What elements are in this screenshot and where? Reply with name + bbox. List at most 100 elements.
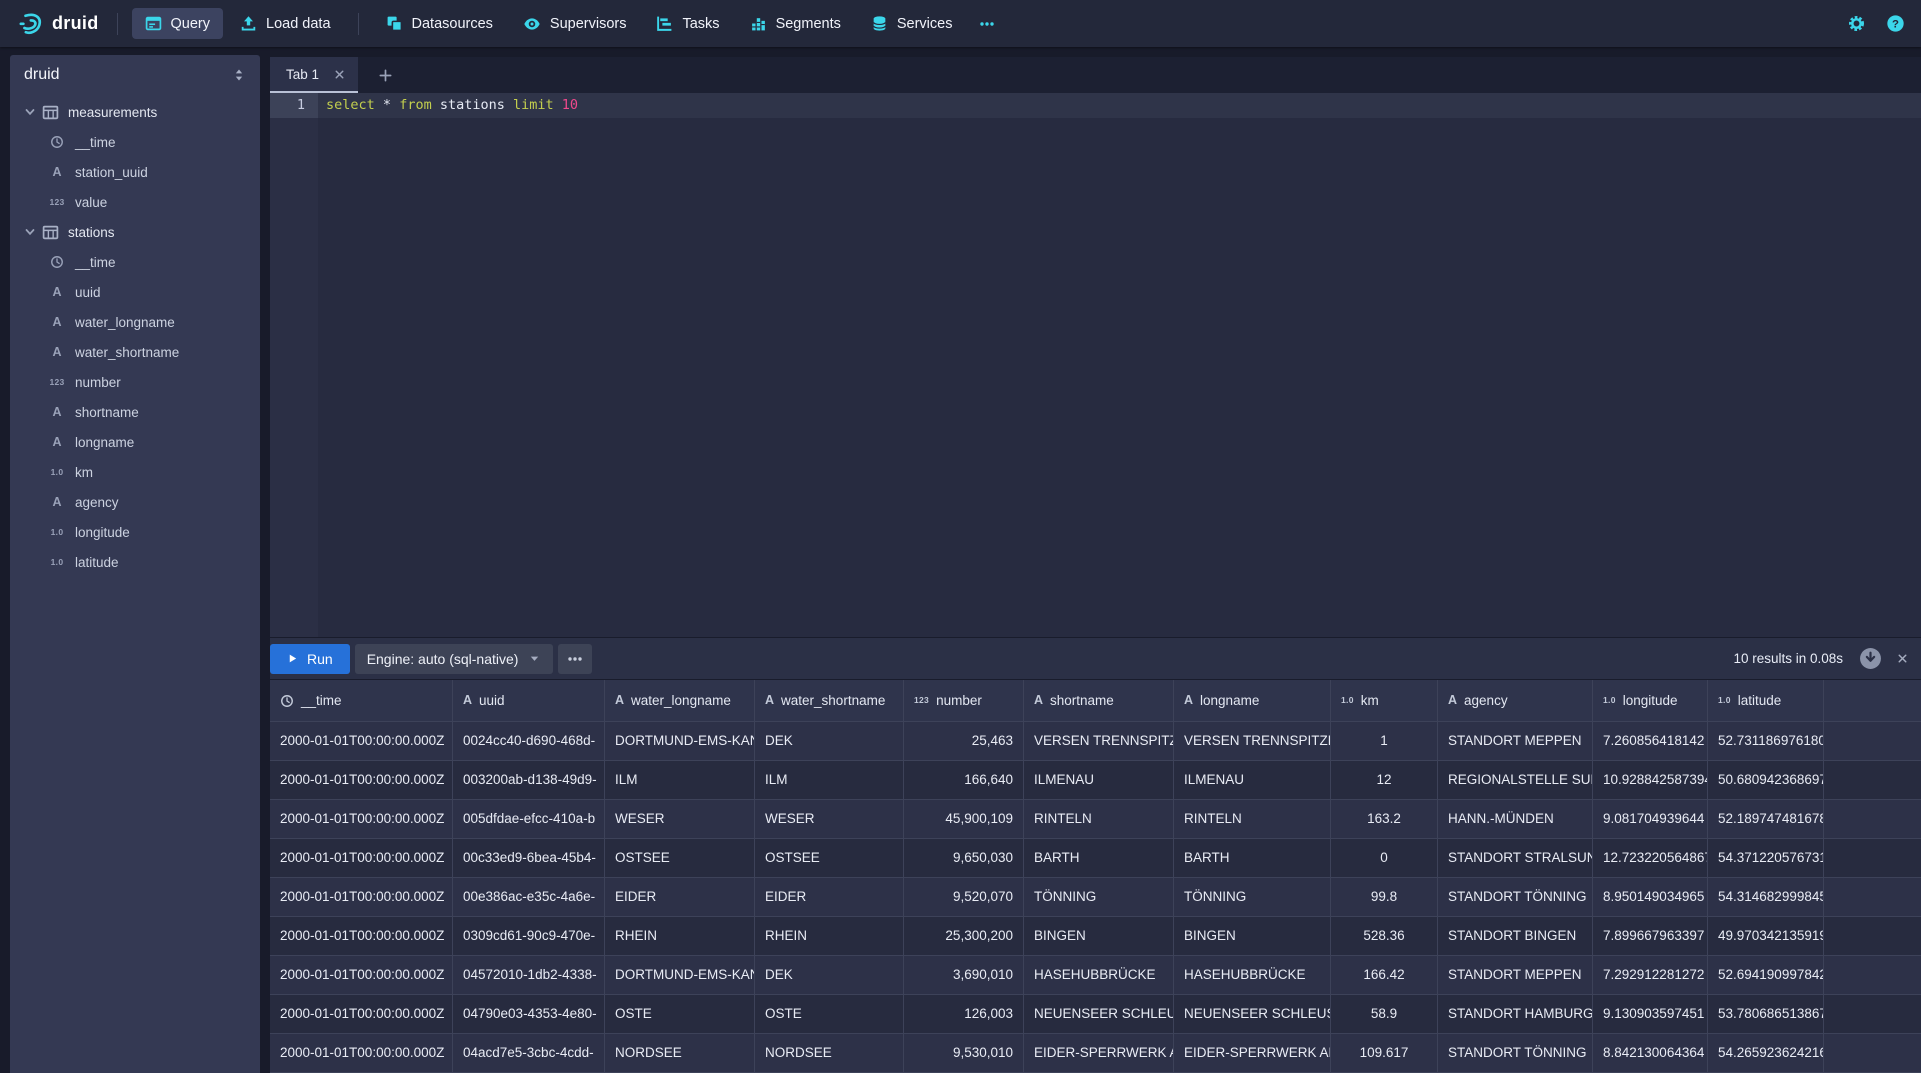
nav-item-datasources[interactable]: Datasources bbox=[373, 8, 506, 39]
cell[interactable]: 04acd7e5-3cbc-4cdd- bbox=[453, 1034, 605, 1072]
cell[interactable]: NEUENSEER SCHLEUSE bbox=[1174, 995, 1331, 1033]
cell[interactable]: 3,690,010 bbox=[904, 956, 1024, 994]
cell[interactable]: STANDORT MEPPEN bbox=[1438, 956, 1593, 994]
cell[interactable]: 9,650,030 bbox=[904, 839, 1024, 877]
cell[interactable]: DORTMUND-EMS-KANAL bbox=[605, 956, 755, 994]
cell[interactable]: ILM bbox=[755, 761, 904, 799]
cell[interactable]: OSTSEE bbox=[755, 839, 904, 877]
more-menu-button[interactable] bbox=[969, 10, 1005, 38]
schema-column-station_uuid[interactable]: Astation_uuid bbox=[10, 157, 260, 187]
cell[interactable]: 10.928842587394 bbox=[1593, 761, 1708, 799]
cell[interactable]: STANDORT TÖNNING bbox=[1438, 1034, 1593, 1072]
cell[interactable]: 04572010-1db2-4338- bbox=[453, 956, 605, 994]
schema-column-__time[interactable]: __time bbox=[10, 127, 260, 157]
schema-table-stations[interactable]: stations bbox=[10, 217, 260, 247]
cell[interactable]: 7.260856418142 bbox=[1593, 722, 1708, 760]
schema-column-shortname[interactable]: Ashortname bbox=[10, 397, 260, 427]
cell[interactable]: HASEHUBBRÜCKE bbox=[1024, 956, 1174, 994]
cell[interactable]: 9,520,070 bbox=[904, 878, 1024, 916]
cell[interactable]: 54.314682999845 bbox=[1708, 878, 1824, 916]
cell[interactable]: 00e386ac-e35c-4a6e- bbox=[453, 878, 605, 916]
cell[interactable]: 8.950149034965 bbox=[1593, 878, 1708, 916]
cell[interactable]: BINGEN bbox=[1024, 917, 1174, 955]
cell[interactable]: 25,463 bbox=[904, 722, 1024, 760]
cell[interactable]: 2000-01-01T00:00:00.000Z bbox=[270, 956, 453, 994]
cell[interactable]: VERSEN TRENNSPITZE bbox=[1024, 722, 1174, 760]
column-header-uuid[interactable]: Auuid bbox=[453, 680, 605, 721]
cell[interactable]: 45,900,109 bbox=[904, 800, 1024, 838]
cell[interactable]: 163.2 bbox=[1331, 800, 1438, 838]
cell[interactable]: RHEIN bbox=[755, 917, 904, 955]
engine-select[interactable]: Engine: auto (sql-native) bbox=[355, 644, 554, 674]
cell[interactable]: 126,003 bbox=[904, 995, 1024, 1033]
cell[interactable]: 50.680942368697 bbox=[1708, 761, 1824, 799]
cell[interactable]: STANDORT MEPPEN bbox=[1438, 722, 1593, 760]
cell[interactable]: 109.617 bbox=[1331, 1034, 1438, 1072]
nav-item-tasks[interactable]: Tasks bbox=[643, 8, 732, 39]
cell[interactable]: 166,640 bbox=[904, 761, 1024, 799]
settings-button[interactable] bbox=[1847, 14, 1866, 33]
schema-column-number[interactable]: 123number bbox=[10, 367, 260, 397]
cell[interactable]: 52.694190997842 bbox=[1708, 956, 1824, 994]
cell[interactable]: 99.8 bbox=[1331, 878, 1438, 916]
cell[interactable]: WESER bbox=[605, 800, 755, 838]
schema-sort-button[interactable] bbox=[230, 66, 248, 84]
cell[interactable]: DEK bbox=[755, 722, 904, 760]
cell[interactable]: 7.292912281272 bbox=[1593, 956, 1708, 994]
schema-column-longitude[interactable]: 1.0longitude bbox=[10, 517, 260, 547]
cell[interactable]: STANDORT TÖNNING bbox=[1438, 878, 1593, 916]
new-tab-button[interactable] bbox=[372, 57, 399, 93]
cell[interactable]: STANDORT STRALSUND bbox=[1438, 839, 1593, 877]
cell[interactable]: NEUENSEER SCHLEUSE bbox=[1024, 995, 1174, 1033]
cell[interactable]: BARTH bbox=[1024, 839, 1174, 877]
cell[interactable]: 0 bbox=[1331, 839, 1438, 877]
cell[interactable]: NORDSEE bbox=[605, 1034, 755, 1072]
cell[interactable]: 2000-01-01T00:00:00.000Z bbox=[270, 1034, 453, 1072]
cell[interactable]: HASEHUBBRÜCKE bbox=[1174, 956, 1331, 994]
nav-item-supervisors[interactable]: Supervisors bbox=[510, 8, 640, 40]
cell[interactable]: 2000-01-01T00:00:00.000Z bbox=[270, 995, 453, 1033]
nav-item-services[interactable]: Services bbox=[858, 8, 966, 39]
cell[interactable]: EIDER-SPERRWERK AP bbox=[1024, 1034, 1174, 1072]
cell[interactable]: OSTE bbox=[755, 995, 904, 1033]
schema-column-km[interactable]: 1.0km bbox=[10, 457, 260, 487]
cell[interactable]: REGIONALSTELLE SUHL bbox=[1438, 761, 1593, 799]
cell[interactable]: 9.130903597451 bbox=[1593, 995, 1708, 1033]
cell[interactable]: 2000-01-01T00:00:00.000Z bbox=[270, 917, 453, 955]
cell[interactable]: 2000-01-01T00:00:00.000Z bbox=[270, 800, 453, 838]
nav-item-query[interactable]: Query bbox=[132, 8, 224, 39]
cell[interactable]: WESER bbox=[755, 800, 904, 838]
cell[interactable]: 12.723220564867 bbox=[1593, 839, 1708, 877]
close-tab-icon[interactable] bbox=[333, 68, 346, 81]
cell[interactable]: 166.42 bbox=[1331, 956, 1438, 994]
column-header-__time[interactable]: __time bbox=[270, 680, 453, 721]
cell[interactable]: 58.9 bbox=[1331, 995, 1438, 1033]
cell[interactable]: 2000-01-01T00:00:00.000Z bbox=[270, 839, 453, 877]
download-results-button[interactable] bbox=[1859, 647, 1882, 670]
query-options-button[interactable] bbox=[558, 644, 592, 674]
cell[interactable]: ILMENAU bbox=[1024, 761, 1174, 799]
cell[interactable]: VERSEN TRENNSPITZE bbox=[1174, 722, 1331, 760]
cell[interactable]: TÖNNING bbox=[1174, 878, 1331, 916]
cell[interactable]: EIDER bbox=[755, 878, 904, 916]
cell[interactable]: 7.899667963397 bbox=[1593, 917, 1708, 955]
column-header-number[interactable]: 123number bbox=[904, 680, 1024, 721]
schema-column-longname[interactable]: Alongname bbox=[10, 427, 260, 457]
column-header-km[interactable]: 1.0km bbox=[1331, 680, 1438, 721]
cell[interactable]: EIDER bbox=[605, 878, 755, 916]
column-header-agency[interactable]: Aagency bbox=[1438, 680, 1593, 721]
column-header-water_longname[interactable]: Awater_longname bbox=[605, 680, 755, 721]
cell[interactable]: 003200ab-d138-49d9- bbox=[453, 761, 605, 799]
cell[interactable]: 52.731186976180 bbox=[1708, 722, 1824, 760]
column-header-shortname[interactable]: Ashortname bbox=[1024, 680, 1174, 721]
cell[interactable]: STANDORT BINGEN bbox=[1438, 917, 1593, 955]
cell[interactable]: 2000-01-01T00:00:00.000Z bbox=[270, 761, 453, 799]
cell[interactable]: ILM bbox=[605, 761, 755, 799]
druid-brand[interactable]: druid bbox=[12, 11, 105, 37]
cell[interactable]: OSTE bbox=[605, 995, 755, 1033]
schema-table-measurements[interactable]: measurements bbox=[10, 97, 260, 127]
cell[interactable]: 0024cc40-d690-468d- bbox=[453, 722, 605, 760]
sql-editor[interactable]: 1 select * from stations limit 10 bbox=[270, 93, 1921, 637]
cell[interactable]: 54.371220576731 bbox=[1708, 839, 1824, 877]
cell[interactable]: 1 bbox=[1331, 722, 1438, 760]
